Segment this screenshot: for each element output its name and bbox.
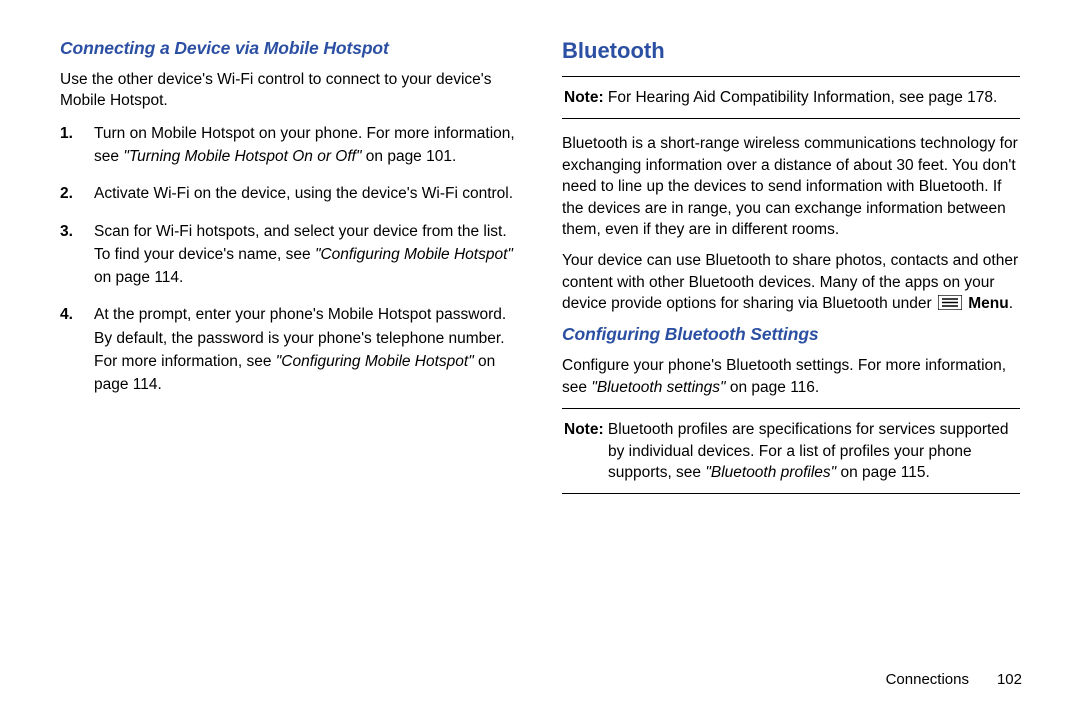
note-ref: "Bluetooth profiles" xyxy=(705,464,836,481)
note-text: Note: For Hearing Aid Compatibility Info… xyxy=(564,87,1018,108)
step-text-post: on page 114. xyxy=(94,269,183,286)
steps-list: 1. Turn on Mobile Hotspot on your phone.… xyxy=(86,122,518,397)
step-item: 2. Activate Wi-Fi on the device, using t… xyxy=(86,182,518,205)
note-body-post: on page 115. xyxy=(836,464,930,481)
para3-post: on page 116. xyxy=(726,379,820,396)
left-subheading: Connecting a Device via Mobile Hotspot xyxy=(60,38,518,59)
para2-post: . xyxy=(1009,295,1013,312)
page-footer: Connections 102 xyxy=(886,671,1022,688)
step-text-pre: Activate Wi-Fi on the device, using the … xyxy=(94,185,513,202)
step-number: 1. xyxy=(60,122,73,145)
bluetooth-para2: Your device can use Bluetooth to share p… xyxy=(562,250,1020,314)
step-reference: "Configuring Mobile Hotspot" xyxy=(276,353,474,370)
bluetooth-para1: Bluetooth is a short-range wireless comm… xyxy=(562,133,1020,240)
step-item: 4. At the prompt, enter your phone's Mob… xyxy=(86,303,518,396)
left-intro: Use the other device's Wi-Fi control to … xyxy=(60,69,518,112)
step-number: 2. xyxy=(60,182,73,205)
section-heading: Bluetooth xyxy=(562,38,1020,64)
note-body: For Hearing Aid Compatibility Informatio… xyxy=(604,89,998,106)
step-number: 3. xyxy=(60,220,73,243)
left-column: Connecting a Device via Mobile Hotspot U… xyxy=(50,38,540,690)
step-item: 3. Scan for Wi-Fi hotspots, and select y… xyxy=(86,220,518,290)
footer-page-number: 102 xyxy=(997,671,1022,688)
note-block-bottom: Note: Bluetooth profiles are specificati… xyxy=(562,408,1020,494)
step-item: 1. Turn on Mobile Hotspot on your phone.… xyxy=(86,122,518,169)
menu-icon xyxy=(938,295,962,310)
note-text: Note: Bluetooth profiles are specificati… xyxy=(564,419,1018,483)
step-number: 4. xyxy=(60,303,73,326)
step-reference: "Configuring Mobile Hotspot" xyxy=(315,246,513,263)
config-para: Configure your phone's Bluetooth setting… xyxy=(562,355,1020,398)
para3-ref: "Bluetooth settings" xyxy=(591,379,725,396)
right-subheading: Configuring Bluetooth Settings xyxy=(562,324,1020,345)
note-label: Note: xyxy=(564,421,604,438)
menu-label: Menu xyxy=(968,295,1008,312)
step-text-post: on page 101. xyxy=(361,148,456,165)
right-column: Bluetooth Note: For Hearing Aid Compatib… xyxy=(540,38,1030,690)
note-block-top: Note: For Hearing Aid Compatibility Info… xyxy=(562,76,1020,119)
step-reference: "Turning Mobile Hotspot On or Off" xyxy=(123,148,361,165)
note-label: Note: xyxy=(564,89,604,106)
footer-section: Connections xyxy=(886,671,969,688)
